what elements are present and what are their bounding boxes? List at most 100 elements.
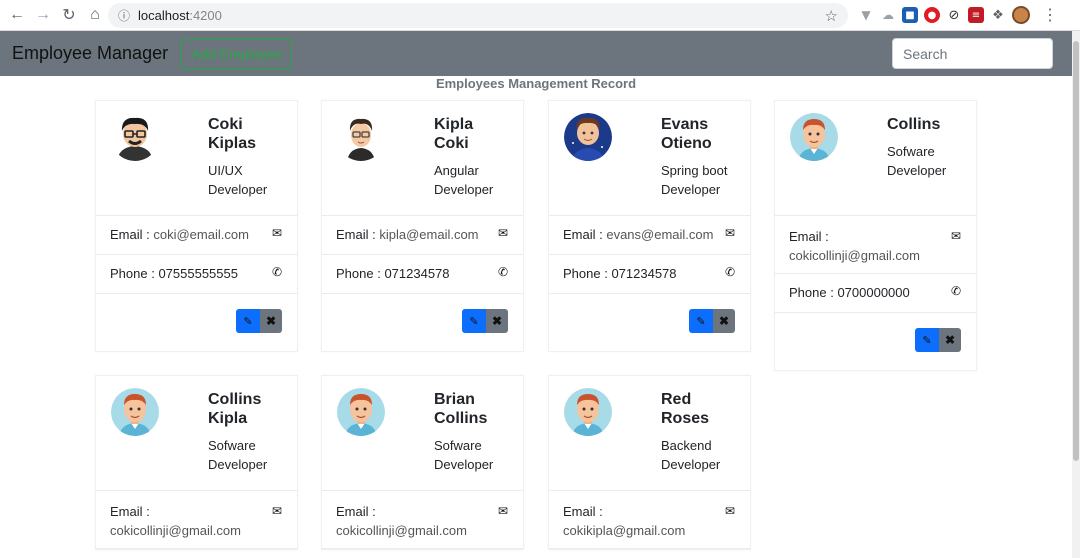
employee-name: Coki Kiplas bbox=[208, 116, 257, 152]
briefcase-extension-icon[interactable]: ■ bbox=[902, 7, 918, 23]
edit-button[interactable]: ✎ bbox=[689, 309, 713, 333]
employee-card: Collins Kipla Sofware Developer Email : co… bbox=[95, 375, 298, 550]
email-label: Email : bbox=[563, 504, 603, 519]
close-icon: ✖ bbox=[491, 314, 503, 328]
phone-value: 071234578 bbox=[611, 266, 677, 281]
employee-card: Coki Kiplas UI/UX Developer Email : coki@e… bbox=[95, 100, 298, 352]
email-row: Email : coki@email.com ✉ bbox=[96, 216, 297, 255]
phone-row: Phone : 07555555555 ✆ bbox=[96, 255, 297, 294]
phone-value: 0700000000 bbox=[837, 285, 910, 300]
employee-card: Kipla Coki Angular Developer Email : kipla… bbox=[321, 100, 524, 352]
forward-arrow-icon[interactable]: → bbox=[30, 2, 56, 28]
reload-icon[interactable]: ↻ bbox=[56, 2, 82, 28]
email-row: Email : cokicollinji@gmail.com ✉ bbox=[775, 216, 976, 274]
edit-button[interactable]: ✎ bbox=[462, 309, 486, 333]
avatar bbox=[337, 388, 385, 436]
home-icon[interactable]: ⌂ bbox=[82, 2, 108, 28]
envelope-icon: ✉ bbox=[724, 504, 735, 518]
envelope-icon: ✉ bbox=[497, 504, 508, 518]
email-row: Email : evans@email.com ✉ bbox=[549, 216, 750, 255]
url-port: :4200 bbox=[189, 8, 222, 23]
employee-card: Red Roses Backend Developer Email : cokiki… bbox=[548, 375, 751, 550]
block-extension-icon[interactable]: ⊘ bbox=[946, 7, 962, 23]
avatar bbox=[564, 113, 612, 161]
employee-card-header: Kipla Coki Angular Developer bbox=[322, 101, 523, 216]
delete-button[interactable]: ✖ bbox=[713, 309, 735, 333]
email-value: coki@email.com bbox=[153, 227, 249, 242]
email-value: cokicollinji@gmail.com bbox=[110, 523, 241, 538]
phone-icon: ✆ bbox=[724, 265, 735, 279]
phone-label: Phone : bbox=[789, 285, 838, 300]
employee-name: Collins bbox=[887, 116, 941, 133]
employee-role: Sofware Developer bbox=[208, 438, 268, 472]
card-actions: ✎ ✖ bbox=[775, 313, 976, 370]
browser-toolbar: ← → ↻ ⌂ ⓘ localhost:4200 ☆ ▼ ☁ ■ ● ⊘ ≡ ❖… bbox=[0, 0, 1080, 31]
shield-extension-icon[interactable]: ● bbox=[924, 7, 940, 23]
delete-button[interactable]: ✖ bbox=[939, 328, 961, 352]
avatar bbox=[337, 113, 385, 161]
pencil-icon: ✎ bbox=[696, 315, 706, 328]
avatar bbox=[111, 113, 159, 161]
todoist-extension-icon[interactable]: ≡ bbox=[968, 7, 984, 23]
phone-row: Phone : 0700000000 ✆ bbox=[775, 274, 976, 313]
email-value: cokicollinji@gmail.com bbox=[789, 248, 920, 263]
envelope-icon: ✉ bbox=[950, 229, 961, 243]
email-value: cokikipla@gmail.com bbox=[563, 523, 686, 538]
address-bar[interactable]: ⓘ localhost:4200 ☆ bbox=[108, 3, 848, 28]
employee-name: Kipla Coki bbox=[434, 116, 474, 152]
cloud-extension-icon[interactable]: ☁ bbox=[880, 7, 896, 23]
employee-card: Brian Collins Sofware Developer Email : co… bbox=[321, 375, 524, 550]
bookmark-star-icon[interactable]: ☆ bbox=[825, 7, 838, 25]
phone-label: Phone : bbox=[336, 266, 385, 281]
employee-role: UI/UX Developer bbox=[208, 163, 268, 197]
phone-icon: ✆ bbox=[950, 284, 961, 298]
employee-role: Angular Developer bbox=[434, 163, 494, 197]
employee-card: Evans Otieno Spring boot Developer Email :… bbox=[548, 100, 751, 352]
employee-role: Sofware Developer bbox=[434, 438, 494, 472]
delete-button[interactable]: ✖ bbox=[260, 309, 282, 333]
edit-button[interactable]: ✎ bbox=[236, 309, 260, 333]
email-row: Email : cokicollinji@gmail.com ✉ bbox=[322, 491, 523, 549]
card-actions: ✎ ✖ bbox=[322, 294, 523, 351]
phone-label: Phone : bbox=[110, 266, 159, 281]
edit-button[interactable]: ✎ bbox=[915, 328, 939, 352]
employee-card-header: Collins Kipla Sofware Developer bbox=[96, 376, 297, 491]
email-label: Email : bbox=[110, 504, 150, 519]
email-row: Email : kipla@email.com ✉ bbox=[322, 216, 523, 255]
avatar bbox=[790, 113, 838, 161]
phone-icon: ✆ bbox=[271, 265, 282, 279]
envelope-icon: ✉ bbox=[271, 504, 282, 518]
email-label: Email : bbox=[563, 227, 607, 242]
email-value: evans@email.com bbox=[606, 227, 714, 242]
menu-kebab-icon[interactable]: ⋮ bbox=[1042, 5, 1058, 25]
email-value: kipla@email.com bbox=[379, 227, 479, 242]
close-icon: ✖ bbox=[718, 314, 730, 328]
employee-name: Collins Kipla bbox=[208, 391, 262, 427]
pencil-icon: ✎ bbox=[469, 315, 479, 328]
scrollbar[interactable] bbox=[1072, 31, 1080, 558]
back-arrow-icon[interactable]: ← bbox=[4, 2, 30, 28]
pencil-icon: ✎ bbox=[243, 315, 253, 328]
email-label: Email : bbox=[336, 227, 380, 242]
scrollbar-thumb[interactable] bbox=[1073, 41, 1079, 461]
email-label: Email : bbox=[789, 229, 829, 244]
app-navbar: Employee Manager Add Employee bbox=[0, 31, 1072, 76]
avatar bbox=[564, 388, 612, 436]
phone-row: Phone : 071234578 ✆ bbox=[549, 255, 750, 294]
delete-button[interactable]: ✖ bbox=[486, 309, 508, 333]
employee-name: Red Roses bbox=[661, 391, 710, 427]
employee-card: Collins Sofware Developer Email : cokicol… bbox=[774, 100, 977, 371]
profile-avatar[interactable] bbox=[1012, 6, 1030, 24]
add-employee-button[interactable]: Add Employee bbox=[181, 37, 293, 70]
employee-card-header: Red Roses Backend Developer bbox=[549, 376, 750, 491]
envelope-icon: ✉ bbox=[271, 226, 282, 240]
search-input[interactable] bbox=[892, 38, 1053, 69]
employee-role: Sofware Developer bbox=[887, 144, 947, 178]
email-label: Email : bbox=[110, 227, 154, 242]
brand-title[interactable]: Employee Manager bbox=[12, 43, 168, 64]
info-icon: ⓘ bbox=[118, 9, 131, 23]
vuejs-extension-icon[interactable]: ▼ bbox=[858, 7, 874, 23]
puzzle-extensions-icon[interactable]: ❖ bbox=[990, 7, 1006, 23]
phone-icon: ✆ bbox=[497, 265, 508, 279]
employee-card-header: Brian Collins Sofware Developer bbox=[322, 376, 523, 491]
